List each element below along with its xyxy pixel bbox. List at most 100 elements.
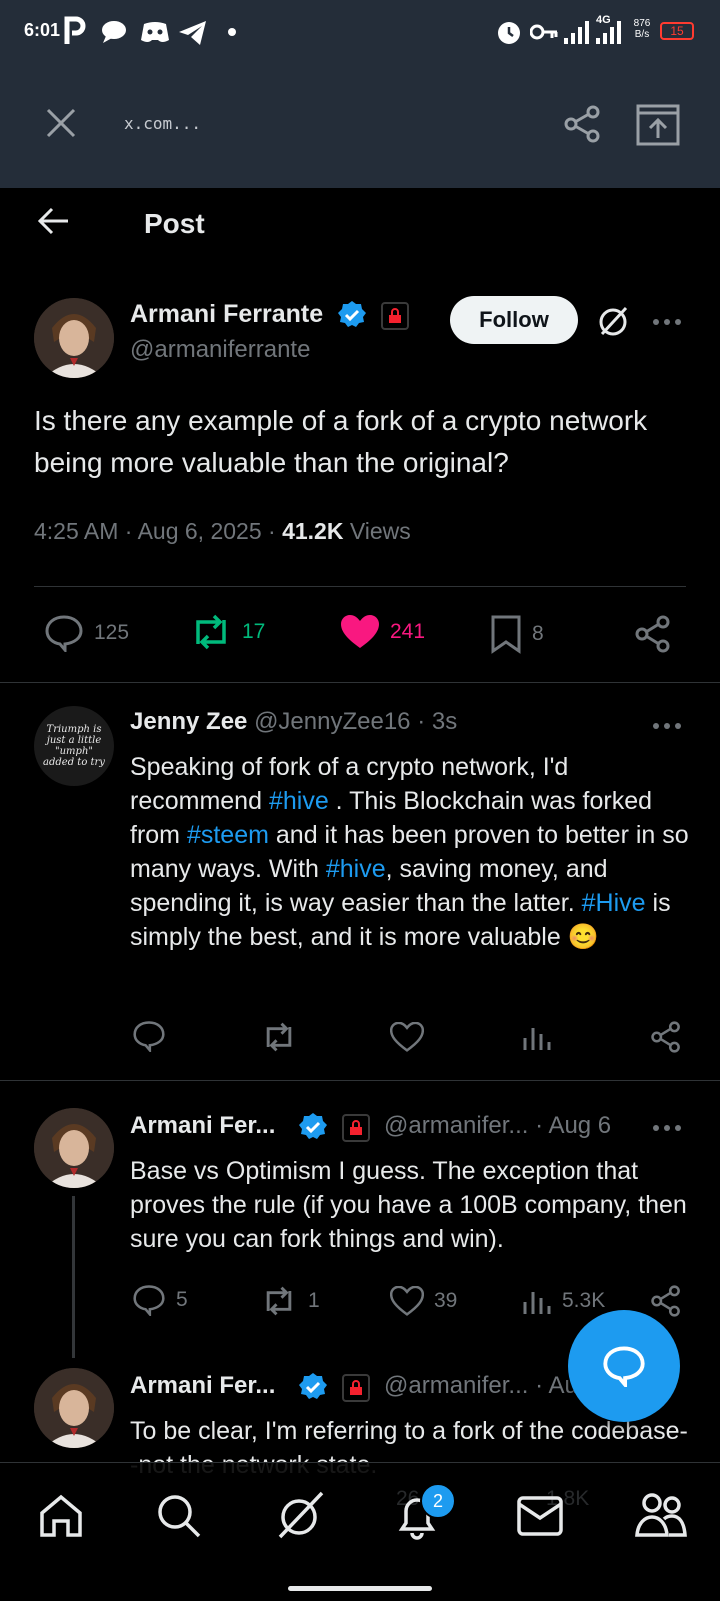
views-button[interactable]: 5.3K <box>522 1286 605 1316</box>
verified-badge-icon <box>298 1372 328 1402</box>
verified-badge-icon <box>298 1112 328 1142</box>
grok-icon[interactable] <box>596 304 630 338</box>
more-options-icon[interactable] <box>652 318 682 326</box>
repost-icon <box>260 1286 298 1316</box>
reply-icon <box>132 1284 166 1316</box>
more-notifications-dot-icon <box>228 28 236 36</box>
repost-count: 1 <box>308 1289 320 1312</box>
heart-filled-icon <box>340 614 380 650</box>
share-post-icon[interactable] <box>634 614 672 654</box>
follow-button[interactable]: Follow <box>450 296 578 344</box>
notification-badge: 2 <box>420 1483 456 1519</box>
bookmark-count: 8 <box>532 622 544 645</box>
repost-button[interactable]: 1 <box>260 1286 320 1316</box>
like-button[interactable]: 241 <box>340 614 425 650</box>
author-name[interactable]: Armani Fer... <box>130 1112 275 1140</box>
avatar[interactable] <box>34 1108 114 1188</box>
reply-header-meta: @armanifer... · Aug 6 <box>384 1112 612 1139</box>
chat-bubble-icon <box>100 20 130 44</box>
app-p-icon <box>64 16 86 46</box>
reply-text: Base vs Optimism I guess. The exception … <box>130 1157 687 1253</box>
communities-icon[interactable] <box>634 1491 688 1539</box>
avatar-text-line: Triumph is <box>46 724 102 735</box>
views-icon <box>522 1286 552 1316</box>
back-arrow-icon[interactable] <box>36 206 70 236</box>
search-icon[interactable] <box>156 1493 202 1539</box>
hashtag-link[interactable]: #hive <box>269 787 329 815</box>
bookmark-button[interactable]: 8 <box>490 614 544 654</box>
battery-indicator: 15 <box>660 22 694 40</box>
alarm-icon <box>496 18 522 46</box>
avatar-text-line: added to try <box>43 757 105 768</box>
url-text[interactable]: x.com... <box>124 114 201 133</box>
avatar-text-line: "umph" <box>55 746 93 757</box>
author-name[interactable]: Jenny Zee <box>130 708 247 735</box>
post-meta: 4:25 AM · Aug 6, 2025 · 41.2K Views <box>34 518 411 544</box>
affiliate-badge-icon <box>342 1374 370 1402</box>
grok-icon[interactable] <box>274 1489 326 1541</box>
vpn-key-icon <box>530 22 558 42</box>
avatar[interactable] <box>34 1368 114 1448</box>
thread-line <box>72 1196 75 1358</box>
reply-count: 125 <box>94 621 130 644</box>
page-title: Post <box>144 208 205 239</box>
author-handle[interactable]: @armanifer... <box>384 1372 528 1399</box>
repost-button[interactable]: 17 <box>190 614 265 650</box>
author-handle[interactable]: @JennyZee16 <box>254 708 410 735</box>
reply-button[interactable]: 5 <box>132 1284 188 1316</box>
avatar-text-line: just a little <box>46 735 102 746</box>
post-header: Post <box>0 188 720 260</box>
author-name[interactable]: Armani Ferrante <box>130 300 323 329</box>
like-count: 39 <box>434 1289 458 1312</box>
bookmark-icon <box>490 614 522 654</box>
reply-time: 3s <box>431 708 458 735</box>
hashtag-link[interactable]: #Hive <box>582 889 646 917</box>
views-count: 5.3K <box>562 1289 606 1312</box>
reply-text: Speaking of fork of a crypto network, I'… <box>130 750 690 954</box>
reply-date: Aug 6 <box>548 1112 612 1139</box>
home-icon[interactable] <box>38 1493 84 1539</box>
divider <box>34 586 686 587</box>
telegram-icon <box>178 20 208 46</box>
more-options-icon[interactable] <box>652 722 682 730</box>
affiliate-badge-icon <box>342 1114 370 1142</box>
net-speed: 876 B/s <box>633 18 651 40</box>
messages-icon[interactable] <box>516 1495 564 1537</box>
reply-icon[interactable] <box>132 1020 166 1052</box>
close-icon[interactable] <box>44 106 78 140</box>
gesture-home-bar[interactable] <box>288 1586 432 1591</box>
hashtag-link[interactable]: #hive <box>326 855 386 883</box>
post-date: Aug 6, 2025 <box>137 518 262 544</box>
hashtag-link[interactable]: #steem <box>187 821 269 849</box>
avatar[interactable] <box>34 298 114 378</box>
divider <box>0 682 720 683</box>
open-in-browser-icon[interactable] <box>636 104 680 146</box>
reply-icon <box>44 614 84 652</box>
repost-icon[interactable] <box>260 1022 298 1052</box>
browser-bar: x.com... <box>0 64 720 188</box>
affiliate-badge-icon <box>381 302 409 330</box>
repost-count: 17 <box>242 620 266 643</box>
heart-icon <box>390 1286 424 1316</box>
share-post-icon[interactable] <box>650 1284 682 1318</box>
compose-reply-button[interactable] <box>568 1310 680 1422</box>
views-icon[interactable] <box>522 1022 552 1052</box>
reply-count: 5 <box>176 1288 188 1311</box>
signal-2-icon <box>596 20 622 44</box>
share-icon[interactable] <box>562 104 602 144</box>
author-handle[interactable]: @armaniferrante <box>130 336 310 364</box>
heart-icon[interactable] <box>390 1022 424 1052</box>
reply-button[interactable]: 125 <box>44 614 129 652</box>
author-handle[interactable]: @armanifer... <box>384 1112 528 1139</box>
signal-icon <box>564 20 590 44</box>
like-button[interactable]: 39 <box>390 1286 457 1316</box>
status-time: 6:01 <box>24 20 61 40</box>
repost-icon <box>190 614 232 650</box>
avatar[interactable]: Triumph is just a little "umph" added to… <box>34 706 114 786</box>
like-count: 241 <box>390 620 426 643</box>
post-text: Is there any example of a fork of a cryp… <box>34 405 648 478</box>
reply-text-segment: 😊 <box>567 923 599 951</box>
author-name[interactable]: Armani Fer... <box>130 1372 275 1400</box>
share-post-icon[interactable] <box>650 1020 682 1054</box>
more-options-icon[interactable] <box>652 1124 682 1132</box>
